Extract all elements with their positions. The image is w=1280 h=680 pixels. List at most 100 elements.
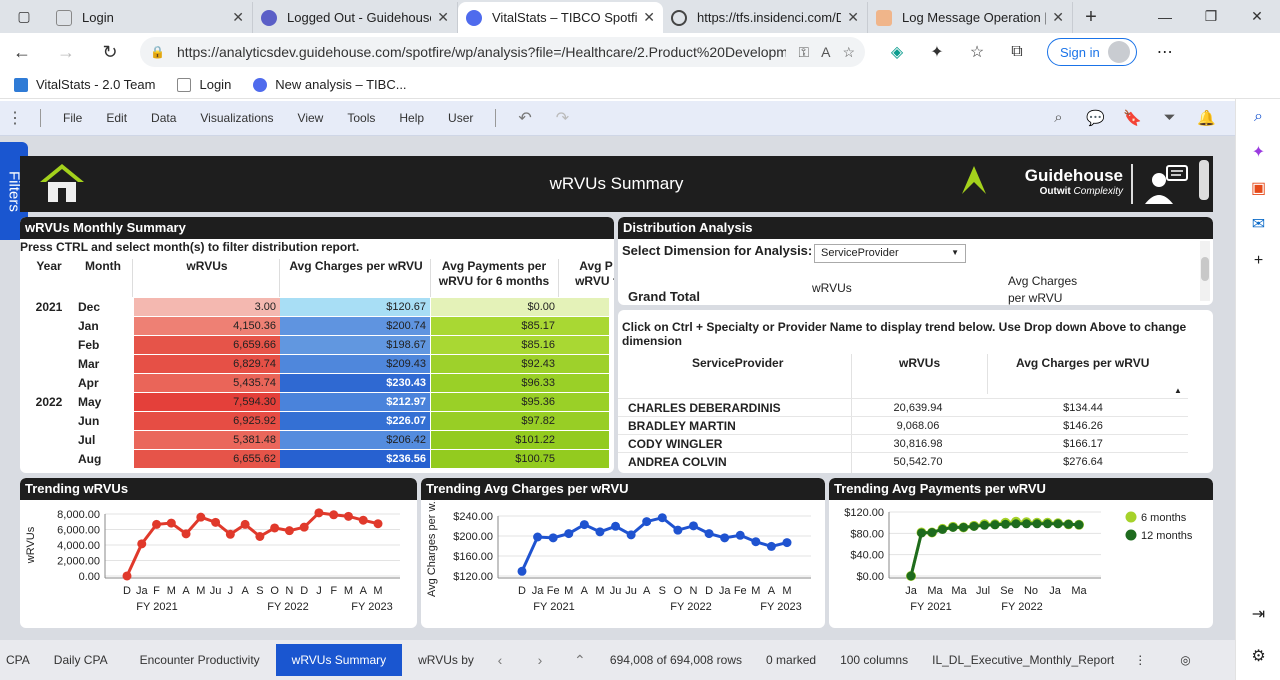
table-row[interactable]: CHARLES DEBERARDINIS 20,639.94 $134.44 (618, 398, 1188, 416)
search-icon[interactable]: ⌕ (1040, 109, 1077, 127)
more-icon[interactable]: ⋮ (1124, 653, 1156, 667)
restore-icon[interactable]: ❐ (1188, 0, 1234, 33)
close-icon[interactable]: ✕ (643, 9, 655, 26)
provider-name[interactable]: BRADLEY MARTIN (628, 417, 736, 435)
close-icon[interactable]: ✕ (232, 9, 244, 26)
page-tab[interactable]: CPA (0, 644, 38, 676)
read-aloud-icon[interactable]: A (821, 44, 830, 60)
globe-icon[interactable]: ◎ (1170, 653, 1200, 667)
column-header[interactable]: Avg Charges per wRVU (282, 259, 430, 273)
header-scrollbar[interactable] (1199, 160, 1209, 200)
collections-icon[interactable]: ⧉ (997, 43, 1037, 61)
data-table-name[interactable]: IL_DL_Executive_Monthly_Report (918, 653, 1124, 667)
url-field[interactable]: 🔒 https://analyticsdev.guidehouse.com/sp… (140, 37, 865, 67)
copilot-icon[interactable]: ✦ (1236, 135, 1280, 171)
table-row[interactable]: Aug 6,655.62 $236.56 $100.75 (20, 450, 614, 469)
search-icon[interactable]: ⌕ (1236, 99, 1280, 135)
user-chat-icon[interactable] (1141, 164, 1191, 206)
collapse-icon[interactable]: ⌃ (560, 652, 600, 669)
extensions-puzzle-icon[interactable]: ✦ (917, 42, 957, 62)
table-row[interactable]: Apr 5,435.74 $230.43 $96.33 (20, 374, 614, 393)
undo-icon[interactable]: ↶ (506, 108, 543, 128)
refresh-icon[interactable]: ↻ (88, 33, 132, 71)
browser-tab[interactable]: Logged Out - Guidehouse ✕ (253, 2, 458, 33)
browser-tab[interactable]: Log Message Operation | ✕ (868, 2, 1073, 33)
comments-icon[interactable]: 💬 (1077, 109, 1114, 127)
chevron-left-icon[interactable]: ‹ (480, 652, 520, 668)
redo-icon[interactable]: ↷ (544, 108, 581, 128)
provider-name[interactable]: CODY WINGLER (628, 435, 722, 453)
table-row[interactable]: Jun 6,925.92 $226.07 $97.82 (20, 412, 614, 431)
column-header[interactable]: Avg Charges per wRVU (1016, 356, 1149, 370)
table-row[interactable]: Feb 6,659.66 $198.67 $85.16 (20, 336, 614, 355)
column-header[interactable]: ServiceProvider (692, 356, 783, 370)
browser-tab-active[interactable]: VitalStats – TIBCO Spotfire ✕ (458, 2, 663, 33)
sort-icon[interactable]: ▲ (1174, 386, 1182, 395)
new-tab-button[interactable]: + (1073, 2, 1109, 33)
notification-icon[interactable]: 🔔 (1188, 109, 1225, 127)
menu-user[interactable]: User (436, 111, 485, 125)
column-header[interactable]: Avg Payments per wRVU for 6 months (434, 259, 554, 289)
table-row[interactable]: 2021 Dec 3.00 $120.67 $0.00 (20, 298, 614, 317)
table-row[interactable]: ANDREA COLVIN 50,542.70 $276.64 (618, 452, 1188, 470)
more-icon[interactable]: ⋯ (1157, 42, 1173, 62)
tab-actions-icon[interactable]: ▢ (0, 0, 48, 33)
table-row[interactable]: CODY WINGLER 30,816.98 $166.17 (618, 434, 1188, 452)
outlook-icon[interactable]: ✉ (1236, 207, 1280, 243)
add-favorite-icon[interactable]: ☆ (842, 44, 855, 61)
extension-icon[interactable]: ◈ (877, 42, 917, 62)
menu-data[interactable]: Data (139, 111, 188, 125)
office-icon[interactable]: ▣ (1236, 171, 1280, 207)
page-tab-active[interactable]: wRVUs Summary (275, 644, 403, 676)
menu-edit[interactable]: Edit (94, 111, 139, 125)
browser-tab[interactable]: Login ✕ (48, 2, 253, 33)
close-icon[interactable]: ✕ (437, 9, 449, 26)
forward-icon[interactable]: → (44, 33, 88, 71)
window-close-icon[interactable]: ✕ (1234, 0, 1280, 33)
table-row[interactable]: Mar 6,829.74 $209.43 $92.43 (20, 355, 614, 374)
settings-icon[interactable]: ⚙ (1236, 639, 1280, 675)
filter-icon[interactable]: ⏷ (1151, 109, 1188, 127)
chevron-right-icon[interactable]: › (520, 652, 560, 668)
provider-name[interactable]: ANDREA COLVIN (628, 453, 727, 471)
favorites-icon[interactable]: ☆ (957, 42, 997, 62)
menu-tools[interactable]: Tools (335, 111, 387, 125)
favorite-link[interactable]: VitalStats - 2.0 Team (14, 77, 155, 92)
signin-button[interactable]: Sign in (1047, 38, 1137, 66)
trending-charges-chart[interactable]: $240.00 $200.00 $160.00 $120.00 Avg Charges … (421, 500, 825, 628)
table-row[interactable]: Jul 5,381.48 $206.42 $101.22 (20, 431, 614, 450)
trending-wrvus-chart[interactable]: 8,000.00 6,000.00 4,000.00 2,000.00 0.00 wRVU… (20, 500, 417, 628)
menu-help[interactable]: Help (387, 111, 436, 125)
column-header[interactable]: Avg P wRVU f (566, 259, 614, 289)
close-icon[interactable]: ✕ (847, 9, 859, 26)
scroll-thumb[interactable] (1201, 257, 1209, 281)
add-icon[interactable]: + (1236, 243, 1280, 279)
provider-name[interactable]: CHARLES DEBERARDINIS (628, 399, 781, 417)
key-icon[interactable]: ⚿ (798, 44, 809, 61)
scrollbar[interactable] (1200, 241, 1210, 301)
dimension-dropdown[interactable]: ServiceProvider ▼ (814, 244, 966, 263)
column-header[interactable]: Year (24, 259, 74, 273)
sidebar-toggle-icon[interactable]: ⇥ (1236, 597, 1280, 633)
favorite-link[interactable]: New analysis – TIBC... (253, 77, 407, 92)
table-row[interactable]: Jan 4,150.36 $200.74 $85.17 (20, 317, 614, 336)
page-tab[interactable]: Encounter Productivity (124, 644, 276, 676)
table-row[interactable]: BRADLEY MARTIN 9,068.06 $146.26 (618, 416, 1188, 434)
page-tab[interactable]: Daily CPA (38, 644, 124, 676)
trending-payments-chart[interactable]: $120.00 $80.00 $40.00 $0.00 Ja Ma Ma Jul Se No Ja M… (829, 500, 1213, 628)
column-header[interactable]: wRVUs (899, 356, 940, 370)
table-row[interactable]: 2022 May 7,594.30 $212.97 $95.36 (20, 393, 614, 412)
menu-dots-icon[interactable]: ⋮ (0, 108, 30, 128)
favorite-link[interactable]: Login (177, 77, 231, 92)
minimize-icon[interactable]: — (1142, 0, 1188, 33)
page-tab[interactable]: wRVUs by (402, 644, 480, 676)
menu-visualizations[interactable]: Visualizations (188, 111, 285, 125)
close-icon[interactable]: ✕ (1052, 9, 1064, 26)
lock-icon[interactable]: 🔒 (150, 45, 165, 59)
column-header[interactable]: Month (78, 259, 128, 273)
menu-view[interactable]: View (286, 111, 336, 125)
column-header[interactable]: wRVUs (134, 259, 280, 273)
menu-file[interactable]: File (51, 111, 94, 125)
bookmark-icon[interactable]: 🔖 (1114, 109, 1151, 127)
browser-tab[interactable]: https://tfs.insidenci.com/D ✕ (663, 2, 868, 33)
